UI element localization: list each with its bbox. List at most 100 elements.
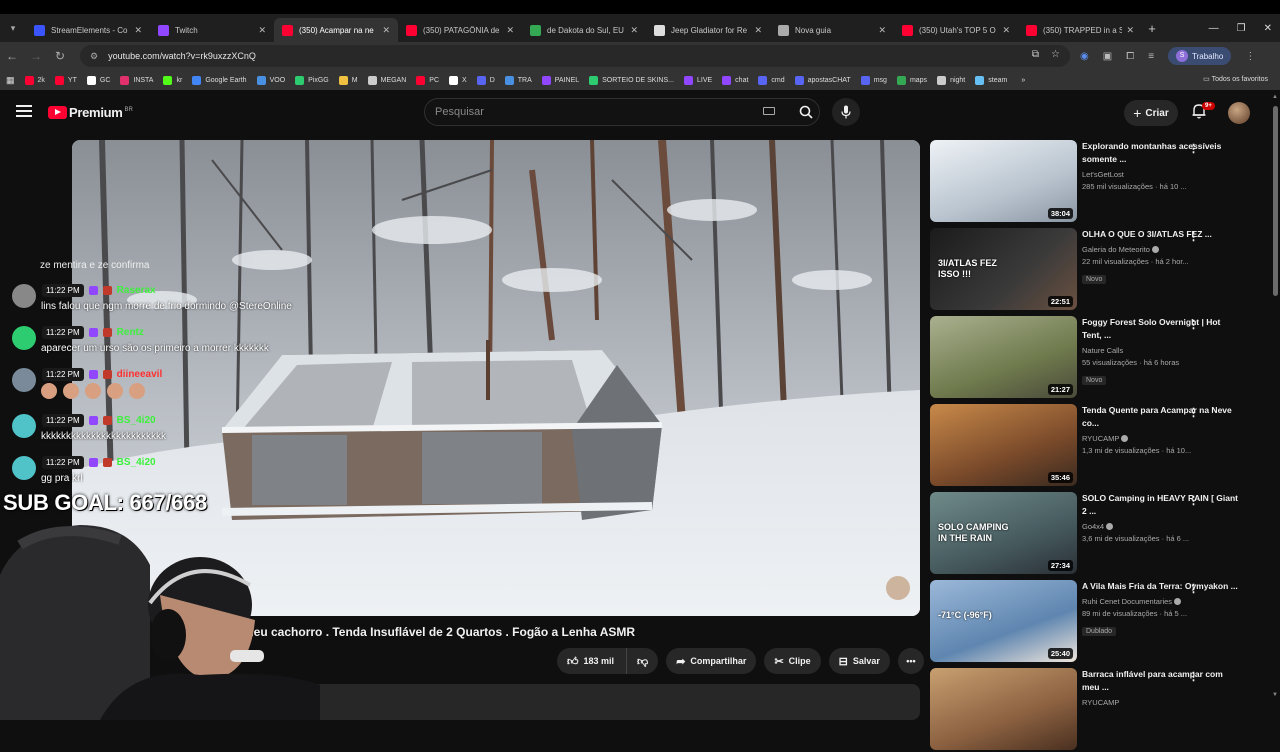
tab-close-icon[interactable]: ✕ <box>630 25 638 36</box>
share-button[interactable]: ➦ Compartilhar <box>666 648 757 674</box>
related-video-title[interactable]: Foggy Forest Solo Overnight | Hot Tent, … <box>1082 316 1242 342</box>
related-video-title[interactable]: OLHA O QUE O 3I/ATLAS FEZ ... <box>1082 228 1242 241</box>
browser-tab[interactable]: (350) TRAPPED in a S ✕ <box>1018 18 1142 42</box>
profile-button[interactable]: S Trabalho <box>1168 47 1232 65</box>
video-thumbnail[interactable] <box>930 668 1077 750</box>
new-tab-button[interactable]: + <box>1142 21 1162 36</box>
page-scrollbar[interactable]: ▲ ▼ <box>1271 92 1279 720</box>
related-channel-name[interactable]: Galeria do Meteorito <box>1082 244 1242 255</box>
bookmark-item[interactable]: LIVE <box>683 75 712 85</box>
like-button[interactable]: 👍︎ 183 mil <box>557 648 627 674</box>
more-options-icon[interactable]: ⋮ <box>1188 582 1199 595</box>
bookmark-item[interactable]: MEGAN <box>367 75 406 85</box>
related-video-item[interactable]: 35:46 Tenda Quente para Acampar na Neve c… <box>930 404 1265 488</box>
browser-tab[interactable]: (350) Utah's TOP 5 O ✕ <box>894 18 1018 42</box>
bookmark-item[interactable]: apostasCHAT <box>794 75 851 85</box>
related-channel-name[interactable]: Let'sGetLost <box>1082 169 1242 180</box>
bookmark-item[interactable]: INSTA <box>120 75 153 85</box>
more-options-icon[interactable]: ⋮ <box>1188 494 1199 507</box>
apps-grid-icon[interactable]: ▦ <box>6 75 15 86</box>
tab-close-icon[interactable]: ✕ <box>878 25 886 36</box>
more-options-icon[interactable]: ⋮ <box>1188 230 1199 243</box>
bookmark-item[interactable]: steam <box>975 75 1007 85</box>
browser-menu-icon[interactable]: ⋮ <box>1245 51 1255 62</box>
bookmark-item[interactable]: YT <box>54 75 77 85</box>
browser-tab[interactable]: de Dakota do Sul, EU ✕ <box>522 18 646 42</box>
bookmark-item[interactable]: cmd <box>758 75 785 85</box>
video-thumbnail[interactable]: 21:27 <box>930 316 1077 398</box>
browser-tab[interactable]: (350) PATAGÔNIA de ✕ <box>398 18 522 42</box>
related-video-item[interactable]: SOLO CAMPING IN THE RAIN 27:34 SOLO Campin… <box>930 492 1265 576</box>
search-input[interactable]: Pesquisar <box>424 98 820 126</box>
save-button[interactable]: ⊟ Salvar <box>828 648 890 674</box>
bookmark-star-icon[interactable]: ☆ <box>1051 49 1060 60</box>
bookmark-item[interactable]: M <box>338 75 358 85</box>
tab-close-icon[interactable]: ✕ <box>1126 25 1134 36</box>
bookmark-item[interactable]: SORTEIO DE SKINS... <box>589 75 674 85</box>
video-thumbnail[interactable]: 35:46 <box>930 404 1077 486</box>
all-favorites[interactable]: ▭ Todos os favoritos <box>1203 75 1268 83</box>
browser-tab[interactable]: Twitch ✕ <box>150 18 274 42</box>
tab-close-icon[interactable]: ✕ <box>1002 25 1010 36</box>
address-bar[interactable]: ⚙ youtube.com/watch?v=rk9uxzzXCnQ ⧉ ☆ <box>80 45 1070 67</box>
more-options-icon[interactable]: ⋮ <box>1188 670 1199 683</box>
browser-tab[interactable]: StreamElements - Co ✕ <box>26 18 150 42</box>
scrollbar-thumb[interactable] <box>1273 106 1278 296</box>
related-channel-name[interactable]: Nature Calls <box>1082 345 1242 356</box>
related-video-title[interactable]: Tenda Quente para Acampar na Neve co... <box>1082 404 1242 430</box>
extension-icon[interactable]: ▣ <box>1103 51 1112 62</box>
bookmark-item[interactable]: night <box>937 75 965 85</box>
reload-icon[interactable]: ↻ <box>48 49 72 63</box>
create-button[interactable]: + Criar <box>1124 100 1178 126</box>
browser-tab[interactable]: (350) Acampar na ne ✕ <box>274 18 398 42</box>
dislike-button[interactable]: 👎︎ <box>626 648 659 674</box>
minimize-icon[interactable]: — <box>1209 23 1219 34</box>
related-video-title[interactable]: A Vila Mais Fria da Terra: Oymyakon ... <box>1082 580 1242 593</box>
tab-close-icon[interactable]: ✕ <box>754 25 762 36</box>
scroll-up-icon[interactable]: ▲ <box>1272 94 1278 100</box>
bookmark-item[interactable]: TRA <box>504 75 532 85</box>
related-video-item[interactable]: 21:27 Foggy Forest Solo Overnight | Hot T… <box>930 316 1265 400</box>
forward-icon[interactable]: → <box>24 49 48 63</box>
tab-close-icon[interactable]: ✕ <box>134 25 142 36</box>
related-channel-name[interactable]: Go4x4 <box>1082 521 1242 532</box>
more-options-icon[interactable]: ⋮ <box>1188 318 1199 331</box>
menu-icon[interactable] <box>16 105 32 117</box>
extensions-puzzle-icon[interactable]: ⧠ <box>1126 51 1134 62</box>
related-video-item[interactable]: Barraca inflável para acampar com meu ..… <box>930 668 1265 752</box>
bookmark-item[interactable]: msg <box>860 75 887 85</box>
video-thumbnail[interactable]: 3I/ATLAS FEZ ISSO !!! 22:51 <box>930 228 1077 310</box>
bookmark-item[interactable]: 2k <box>24 75 45 85</box>
related-channel-name[interactable]: RYUCAMP <box>1082 433 1242 444</box>
bookmark-item[interactable]: chat <box>722 75 748 85</box>
close-window-icon[interactable]: ✕ <box>1264 23 1272 34</box>
related-channel-name[interactable]: Ruhi Cenet Documentaries <box>1082 596 1242 607</box>
site-info-icon[interactable]: ⚙ <box>90 51 98 62</box>
bookmark-item[interactable]: X <box>449 75 467 85</box>
browser-tab[interactable]: Nova guia ✕ <box>770 18 894 42</box>
bookmark-item[interactable]: maps <box>896 75 927 85</box>
bookmark-item[interactable]: PixGG <box>295 75 329 85</box>
tab-close-icon[interactable]: ✕ <box>382 25 390 36</box>
video-thumbnail[interactable]: -71°C (-96°F) 25:40 <box>930 580 1077 662</box>
bookmark-item[interactable]: VOO <box>256 75 285 85</box>
tab-search-icon[interactable]: ▾ <box>0 14 26 42</box>
clip-button[interactable]: ✂ Clipe <box>764 648 821 674</box>
voice-search-button[interactable] <box>832 98 860 126</box>
user-avatar[interactable] <box>1228 102 1250 124</box>
related-channel-name[interactable]: RYUCAMP <box>1082 697 1242 708</box>
bookmark-item[interactable]: D <box>476 75 495 85</box>
related-video-title[interactable]: SOLO Camping in HEAVY RAIN [ Giant 2 ... <box>1082 492 1242 518</box>
more-actions-button[interactable]: ••• <box>897 648 924 674</box>
more-options-icon[interactable]: ⋮ <box>1188 142 1199 155</box>
youtube-logo[interactable]: Premium BR <box>48 105 133 120</box>
reading-list-icon[interactable]: ≡ <box>1148 51 1154 62</box>
search-button[interactable] <box>791 99 821 125</box>
bookmark-item[interactable]: PAINEL <box>541 75 579 85</box>
keyboard-icon[interactable] <box>763 107 775 115</box>
video-thumbnail[interactable]: SOLO CAMPING IN THE RAIN 27:34 <box>930 492 1077 574</box>
related-video-item[interactable]: 38:04 Explorando montanhas acessíveis som… <box>930 140 1265 224</box>
bookmark-item[interactable]: GC <box>86 75 110 85</box>
scroll-down-icon[interactable]: ▼ <box>1272 692 1278 698</box>
tab-close-icon[interactable]: ✕ <box>506 25 514 36</box>
